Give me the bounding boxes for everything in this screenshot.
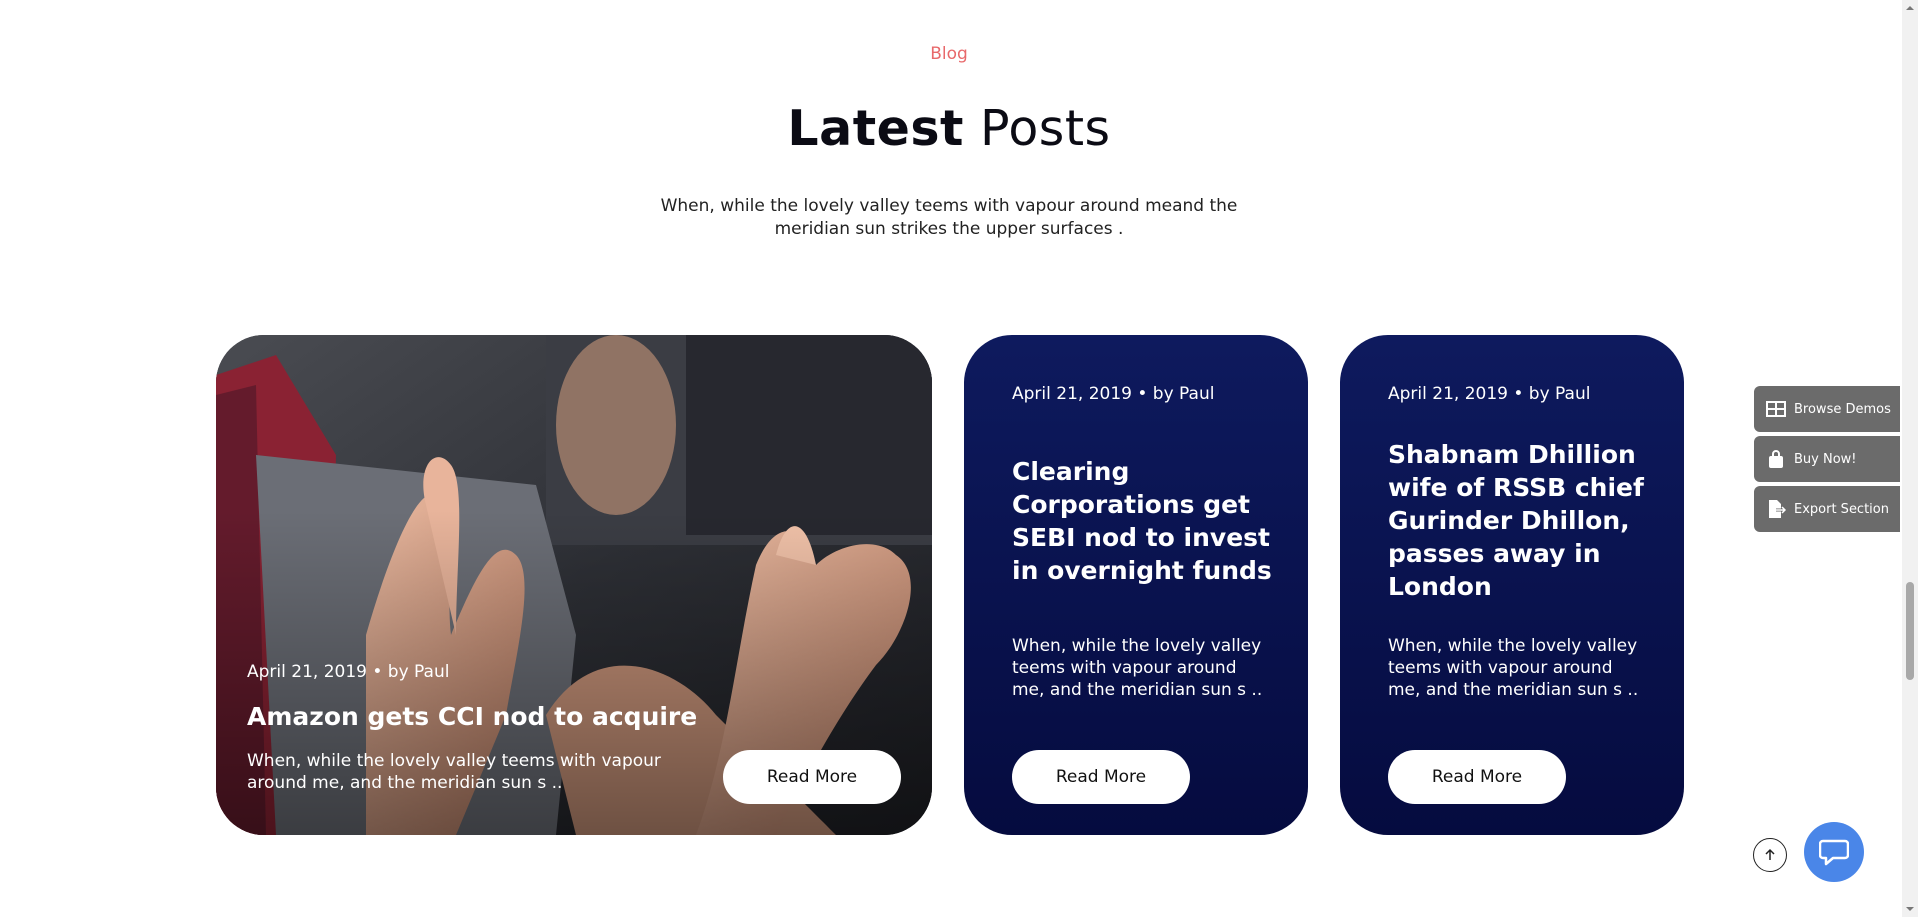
export-file-icon bbox=[1766, 499, 1788, 519]
vertical-scrollbar[interactable] bbox=[1902, 0, 1918, 917]
post-card-featured[interactable]: April 21, 2019 • by Paul Amazon gets CCI… bbox=[216, 335, 932, 835]
back-to-top-button[interactable] bbox=[1753, 838, 1787, 872]
post-meta: April 21, 2019 • by Paul bbox=[1012, 384, 1215, 404]
post-excerpt: When, while the lovely valley teems with… bbox=[1012, 636, 1263, 700]
post-meta: April 21, 2019 • by Paul bbox=[247, 662, 450, 682]
scroll-down-arrow-icon[interactable] bbox=[1906, 905, 1914, 913]
scroll-up-arrow-icon[interactable] bbox=[1906, 4, 1914, 12]
post-excerpt: When, while the lovely valley teems with… bbox=[247, 751, 661, 793]
scrollbar-thumb[interactable] bbox=[1906, 582, 1914, 680]
read-more-button[interactable]: Read More bbox=[1012, 750, 1190, 804]
post-excerpt: When, while the lovely valley teems with… bbox=[1388, 636, 1639, 700]
shopping-bag-icon bbox=[1766, 449, 1786, 469]
read-more-button[interactable]: Read More bbox=[1388, 750, 1566, 804]
section-description: When, while the lovely valley teems with… bbox=[660, 196, 1238, 239]
post-card[interactable]: April 21, 2019 • by Paul Shabnam Dhillio… bbox=[1340, 335, 1684, 835]
arrow-up-icon bbox=[1765, 848, 1775, 860]
buy-now-label: Buy Now! bbox=[1794, 451, 1857, 467]
post-card[interactable]: April 21, 2019 • by Paul Clearing Corpor… bbox=[964, 335, 1308, 835]
title-strong: Latest bbox=[787, 100, 964, 157]
export-section-button[interactable]: Export Section bbox=[1754, 486, 1900, 532]
blog-kicker: Blog bbox=[930, 44, 968, 64]
post-title[interactable]: Amazon gets CCI nod to acquire bbox=[247, 700, 807, 733]
grid-icon bbox=[1766, 399, 1786, 419]
export-section-label: Export Section bbox=[1794, 501, 1889, 517]
post-meta: April 21, 2019 • by Paul bbox=[1388, 384, 1591, 404]
browse-demos-label: Browse Demos bbox=[1794, 401, 1891, 417]
read-more-button[interactable]: Read More bbox=[723, 750, 901, 804]
chat-bubble-icon bbox=[1819, 839, 1849, 866]
browse-demos-button[interactable]: Browse Demos bbox=[1754, 386, 1900, 432]
buy-now-button[interactable]: Buy Now! bbox=[1754, 436, 1900, 482]
page-title: Latest Posts bbox=[0, 100, 1898, 157]
title-rest: Posts bbox=[963, 100, 1111, 157]
chat-button[interactable] bbox=[1804, 822, 1864, 882]
post-title[interactable]: Shabnam Dhillion wife of RSSB chief Guri… bbox=[1388, 438, 1648, 603]
post-title[interactable]: Clearing Corporations get SEBI nod to in… bbox=[1012, 455, 1272, 587]
